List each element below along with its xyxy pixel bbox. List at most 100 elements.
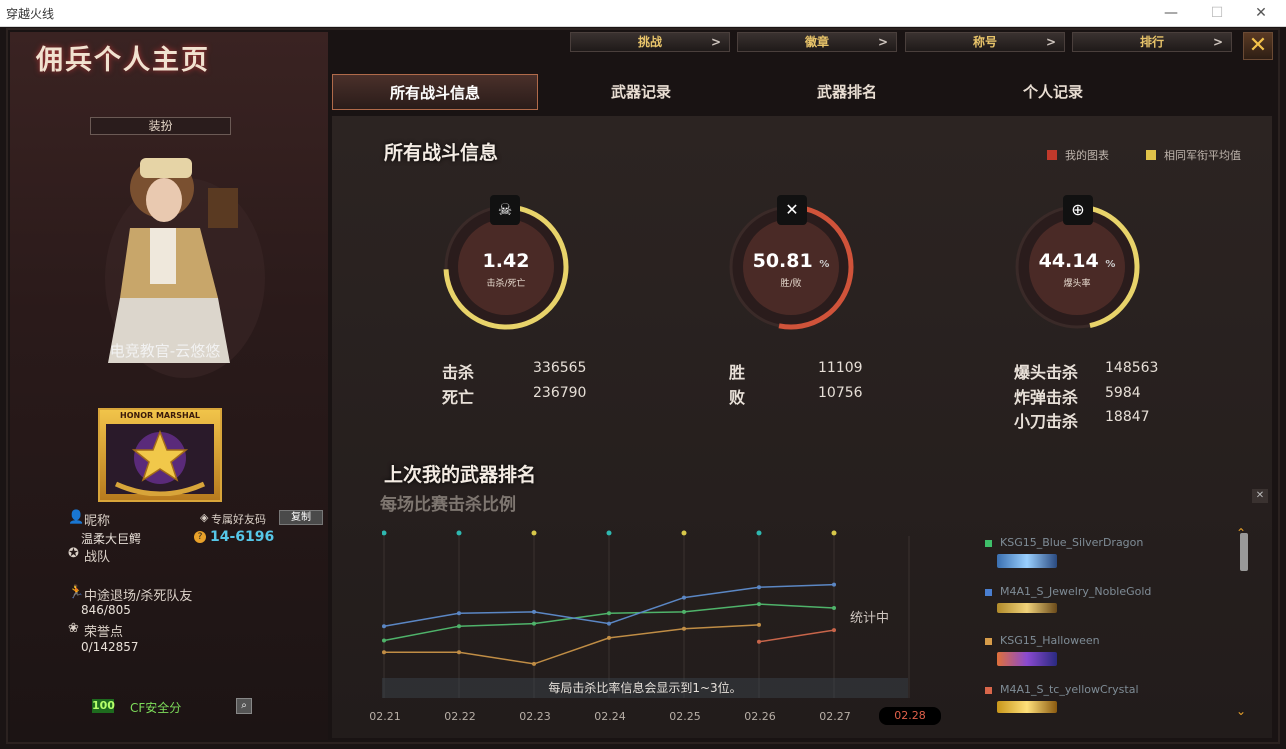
weapon-name: M4A1_S_tc_yellowCrystal <box>1000 683 1139 696</box>
skull-icon: ☠ <box>490 195 520 225</box>
rank-badge: HONOR MARSHAL <box>98 408 222 502</box>
copy-button[interactable]: 复制 <box>279 510 323 525</box>
weapon-swatch <box>985 687 992 694</box>
weapon-item[interactable]: KSG15_Halloween <box>985 629 1100 666</box>
weapon-rank-close-icon[interactable]: ✕ <box>1252 489 1268 503</box>
kd-value: 1.42 <box>442 250 570 272</box>
maximize-button[interactable]: ☐ <box>1194 0 1240 26</box>
bomb-kills-value: 5984 <box>1105 385 1141 401</box>
x-tick-label: 02.22 <box>444 710 476 723</box>
scroll-up-icon[interactable]: ⌃ <box>1236 526 1246 540</box>
x-tick-label: 02.26 <box>744 710 776 723</box>
kills-label: 击杀 <box>442 363 475 382</box>
tag-icon: ◈ <box>200 511 209 524</box>
top-marker <box>531 530 537 536</box>
series-line <box>384 624 760 665</box>
tab-weapon-ranking[interactable]: 武器排名 <box>744 74 950 110</box>
data-point <box>382 650 386 655</box>
outfit-button[interactable]: 装扮 <box>90 117 231 135</box>
data-point <box>832 628 836 633</box>
knife-kills-value: 18847 <box>1105 409 1150 425</box>
data-point <box>607 611 611 616</box>
window-close-button[interactable]: ✕ <box>1238 0 1284 26</box>
chart-note: 每局击杀比率信息会显示到1~3位。 <box>382 678 908 698</box>
challenge-label: 挑战 <box>637 35 662 49</box>
legend-swatch-mine <box>1047 150 1057 160</box>
winrate-value: 50.81 % <box>727 250 855 272</box>
data-point <box>832 606 836 610</box>
crosshair-gun-icon: ⊕ <box>1063 195 1093 225</box>
team-icon: ✪ <box>68 546 79 561</box>
wins-value: 11109 <box>818 360 863 376</box>
honor-value: 0/142857 <box>81 640 139 654</box>
data-point <box>757 602 761 607</box>
data-point <box>382 638 386 643</box>
challenge-button[interactable]: 挑战 > <box>570 32 730 52</box>
data-point <box>532 621 536 626</box>
bomb-kills-label: 炸弹击杀 <box>1014 388 1079 407</box>
collecting-label: 统计中 <box>850 611 890 626</box>
legend-mine-label: 我的图表 <box>1065 149 1109 162</box>
data-point <box>757 585 761 590</box>
data-point <box>457 650 461 655</box>
help-icon[interactable]: ? <box>194 531 206 543</box>
x-tick-label: 02.24 <box>594 710 626 723</box>
weapon-swatch <box>985 589 992 596</box>
data-point <box>607 635 611 640</box>
title-btn-label: 称号 <box>972 35 997 49</box>
chevron-right-icon: > <box>877 35 888 49</box>
battle-section-title: 所有战斗信息 <box>384 142 499 164</box>
top-marker <box>681 530 687 536</box>
weapon-name: M4A1_S_Jewelry_NobleGold <box>1000 585 1152 598</box>
quit-value: 846/805 <box>81 603 131 617</box>
weapon-image <box>997 652 1057 666</box>
headshot-number: 44.14 <box>1038 250 1099 272</box>
tab-personal-records[interactable]: 个人记录 <box>950 74 1156 110</box>
weapon-rank-title: 上次我的武器排名 <box>384 464 537 486</box>
weapon-item[interactable]: M4A1_S_Jewelry_NobleGold <box>985 580 1151 613</box>
honor-icon: ❀ <box>68 621 79 636</box>
chevron-right-icon: > <box>1212 35 1223 49</box>
weapon-image <box>997 701 1057 713</box>
weapon-item[interactable]: M4A1_S_tc_yellowCrystal <box>985 678 1139 713</box>
weapon-item[interactable]: KSG15_Blue_SilverDragon <box>985 531 1143 568</box>
nickname-label: 昵称 <box>84 514 111 529</box>
data-point <box>532 661 536 666</box>
legend-avg: 相同军衔平均值 <box>1146 147 1241 163</box>
x-tick-label: 02.27 <box>819 710 851 723</box>
nickname-value: 温柔大巨鳄 <box>81 532 142 546</box>
scroll-down-icon[interactable]: ⌄ <box>1236 704 1246 718</box>
headshot-caption: 爆头率 <box>1063 279 1091 289</box>
legend-swatch-avg <box>1146 150 1156 160</box>
minimize-button[interactable]: — <box>1148 0 1194 26</box>
kill-ratio-chart <box>381 526 910 698</box>
ranking-button[interactable]: 排行 > <box>1072 32 1232 52</box>
top-marker <box>756 530 762 536</box>
title-button[interactable]: 称号 > <box>905 32 1065 52</box>
wins-label: 胜 <box>729 363 746 382</box>
legend-mine: 我的图表 <box>1047 147 1109 163</box>
tab-weapon-records[interactable]: 武器记录 <box>538 74 744 110</box>
x-tick-label: 02.28 <box>879 707 941 725</box>
top-marker <box>606 530 612 536</box>
window-title: 穿越火线 <box>6 7 55 21</box>
legend-avg-label: 相同军衔平均值 <box>1164 149 1241 162</box>
badge-btn-label: 徽章 <box>804 35 829 49</box>
kd-caption: 击杀/死亡 <box>486 279 526 289</box>
weapon-swatch <box>985 638 992 645</box>
ranking-btn-label: 排行 <box>1139 35 1164 49</box>
user-icon: 👤 <box>68 510 85 525</box>
top-marker <box>831 530 837 536</box>
x-tick-label: 02.23 <box>519 710 551 723</box>
weapon-name: KSG15_Halloween <box>1000 634 1100 647</box>
badge-button[interactable]: 徽章 > <box>737 32 897 52</box>
winrate-caption: 胜/败 <box>780 279 802 289</box>
tab-all-battle-info[interactable]: 所有战斗信息 <box>332 74 538 110</box>
data-point <box>757 622 761 627</box>
close-icon[interactable]: ✕ <box>1243 32 1273 60</box>
search-icon[interactable]: ⌕ <box>236 698 252 714</box>
friend-code-value: 14-6196 <box>210 529 275 545</box>
headshot-kills-label: 爆头击杀 <box>1014 363 1079 382</box>
data-point <box>382 624 386 629</box>
weapon-name: KSG15_Blue_SilverDragon <box>1000 536 1144 549</box>
